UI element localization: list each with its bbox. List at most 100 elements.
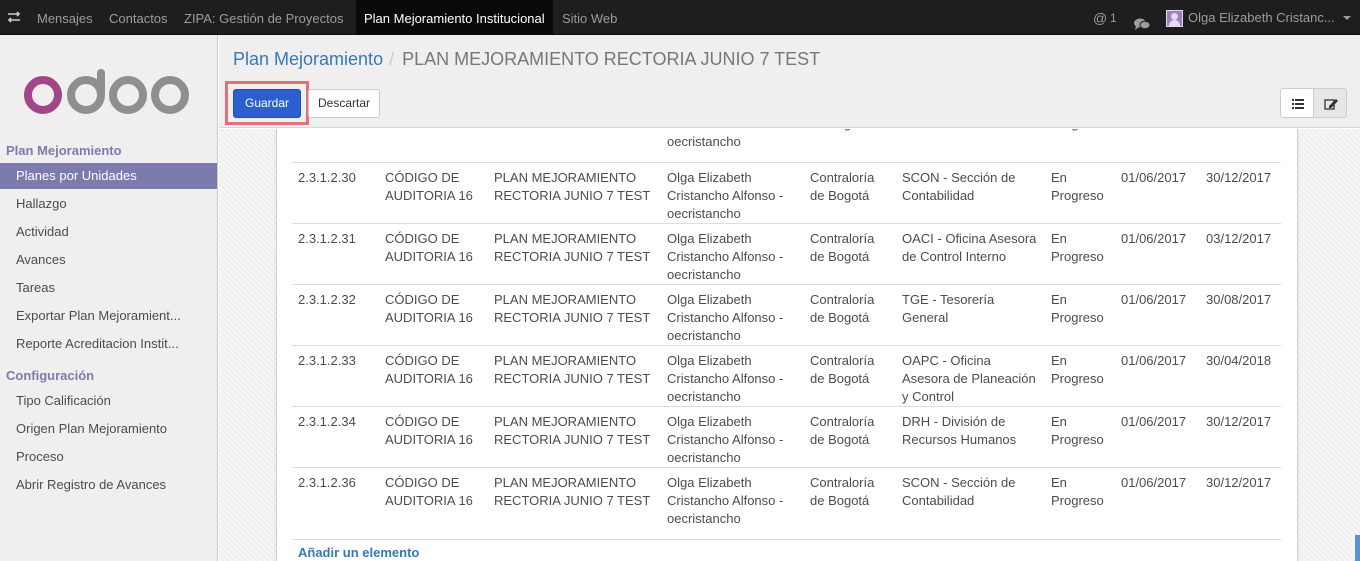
cell-status: Progreso [1045,129,1115,162]
cell-unit: OAPC - Oficina Asesora de Planeación y C… [896,344,1045,406]
cell-audit: CÓDIGO DE AUDITORIA 16 [379,466,488,528]
cell-audit: AUDITORIA 16 [379,129,488,162]
form-content: AUDITORIA 16 RECTORIA JUNIO 7 TEST Crist… [219,129,1360,561]
odoo-logo[interactable] [24,69,192,115]
cell-plan: PLAN MEJORAMIENTO RECTORIA JUNIO 7 TEST [488,344,661,406]
sidebar-item-hallazgo[interactable]: Hallazgo [0,191,217,217]
avatar[interactable] [1166,10,1183,27]
at-icon[interactable]: @ [1093,0,1107,35]
save-button[interactable]: Guardar [233,89,301,118]
cell-status: En Progreso [1045,405,1115,467]
add-line-row: Añadir un elemento [292,539,1281,560]
chat-icon[interactable] [1133,10,1151,30]
sidebar-heading-configuracion: Configuración [6,368,95,383]
cell-status: En Progreso [1045,222,1115,284]
sidebar-item-tareas[interactable]: Tareas [0,275,217,301]
list-view-icon[interactable] [1280,88,1314,118]
cell-status: En Progreso [1045,161,1115,223]
table-row[interactable]: 2.3.1.2.33 CÓDIGO DE AUDITORIA 16 PLAN MEJ… [292,344,1281,406]
cell-entity: Contraloría de Bogotá [804,405,896,467]
cell-end: 30/08/2017 [1200,283,1281,345]
top-navbar: Mensajes Contactos ZIPA: Gestión de Proy… [0,0,1360,35]
nav-item-plan-mejoramiento[interactable]: Plan Mejoramiento Institucional [356,0,553,35]
cell-audit: CÓDIGO DE AUDITORIA 16 [379,161,488,223]
nav-item-contactos[interactable]: Contactos [101,0,176,35]
sidebar-item-tipo-calificacion[interactable]: Tipo Calificación [0,388,217,414]
cell-code: 2.3.1.2.30 [292,161,379,223]
cell-unit: DRH - División de Recursos Humanos [896,405,1045,467]
cell-unit: SCON - Sección de Contabilidad [896,161,1045,223]
cell-audit: CÓDIGO DE AUDITORIA 16 [379,405,488,467]
sidebar-item-actividad[interactable]: Actividad [0,219,217,245]
menu-toggle-icon[interactable] [6,9,22,25]
scrollbar[interactable] [1355,535,1360,561]
breadcrumb: Plan Mejoramiento / PLAN MEJORAMIENTO RECT… [233,49,820,70]
sidebar-item-reporte[interactable]: Reporte Acreditacion Instit... [0,331,217,357]
table-row[interactable]: 2.3.1.2.31 CÓDIGO DE AUDITORIA 16 PLAN MEJ… [292,222,1281,284]
cell-plan: PLAN MEJORAMIENTO RECTORIA JUNIO 7 TEST [488,283,661,345]
cell-code: 2.3.1.2.31 [292,222,379,284]
sidebar-item-planes-por-unidades[interactable]: Planes por Unidades [0,163,217,189]
cell-user: Olga Elizabeth Cristancho Alfonso - oecr… [661,466,804,528]
cell-start: 01/06/2017 [1115,283,1200,345]
cell-start: 01/06/2017 [1115,222,1200,284]
cell-entity: Contraloría de Bogotá [804,466,896,528]
cell-end: 30/12/2017 [1200,161,1281,223]
cell-unit: de Sistemas [896,129,1045,162]
cell-start: 01/06/2017 [1115,344,1200,406]
sidebar-item-origen-plan[interactable]: Origen Plan Mejoramiento [0,416,217,442]
cell-user: Olga Elizabeth Cristancho Alfonso - oecr… [661,222,804,284]
cell-end: 30/04/2018 [1200,344,1281,406]
nav-item-sitio-web[interactable]: Sitio Web [554,0,625,35]
breadcrumb-current: PLAN MEJORAMIENTO RECTORIA JUNIO 7 TEST [402,49,821,69]
cell-unit: TGE - Tesorería General [896,283,1045,345]
breadcrumb-separator: / [389,49,395,69]
cell-entity: Contraloría de Bogotá [804,283,896,345]
cell-end: 30/12/2017 [1200,405,1281,467]
cell-start: 01/06/2017 [1115,161,1200,223]
cell-code [292,129,379,162]
control-panel: Plan Mejoramiento / PLAN MEJORAMIENTO RECT… [219,35,1360,128]
sidebar-item-proceso[interactable]: Proceso [0,444,217,470]
cell-unit: SCON - Sección de Contabilidad [896,466,1045,528]
form-view-icon[interactable] [1313,88,1347,118]
cell-end: 30/12/2017 [1200,466,1281,528]
table-row[interactable]: 2.3.1.2.36 CÓDIGO DE AUDITORIA 16 PLAN MEJ… [292,466,1281,528]
cell-status: En Progreso [1045,466,1115,528]
cell-user: Cristancho Alfonso - oecristancho [667,129,783,149]
cell-entity: Contraloría de Bogotá [804,344,896,406]
cell-end [1200,129,1281,162]
sidebar-item-exportar[interactable]: Exportar Plan Mejoramient... [0,303,217,329]
cell-audit: CÓDIGO DE AUDITORIA 16 [379,283,488,345]
cell-unit: OACI - Oficina Asesora de Control Intern… [896,222,1045,284]
cell-plan: PLAN MEJORAMIENTO RECTORIA JUNIO 7 TEST [488,161,661,223]
table-row-partial[interactable]: AUDITORIA 16 RECTORIA JUNIO 7 TEST Crist… [292,129,1281,162]
mentions-count[interactable]: 1 [1110,0,1117,35]
cell-code: 2.3.1.2.36 [292,466,379,528]
one2many-table: AUDITORIA 16 RECTORIA JUNIO 7 TEST Crist… [292,129,1281,528]
sidebar-item-abrir-registro[interactable]: Abrir Registro de Avances [0,472,217,498]
cell-audit: CÓDIGO DE AUDITORIA 16 [379,344,488,406]
table-row[interactable]: 2.3.1.2.34 CÓDIGO DE AUDITORIA 16 PLAN MEJ… [292,405,1281,467]
breadcrumb-link[interactable]: Plan Mejoramiento [233,49,383,69]
cell-code: 2.3.1.2.33 [292,344,379,406]
caret-down-icon[interactable] [1343,16,1351,20]
cell-plan: PLAN MEJORAMIENTO RECTORIA JUNIO 7 TEST [488,466,661,528]
discard-button[interactable]: Descartar [308,89,380,118]
table-row[interactable]: 2.3.1.2.32 CÓDIGO DE AUDITORIA 16 PLAN MEJ… [292,283,1281,345]
nav-item-zipa[interactable]: ZIPA: Gestión de Proyectos [176,0,351,35]
form-sheet: AUDITORIA 16 RECTORIA JUNIO 7 TEST Crist… [276,129,1298,561]
cell-user: Olga Elizabeth Cristancho Alfonso - oecr… [661,161,804,223]
cell-start [1115,129,1200,162]
cell-status: En Progreso [1045,283,1115,345]
user-name[interactable]: Olga Elizabeth Cristanc... [1188,0,1340,35]
cell-user: Olga Elizabeth Cristancho Alfonso - oecr… [661,283,804,345]
add-line-link[interactable]: Añadir un elemento [298,545,419,560]
cell-entity: Contraloría de Bogotá [804,222,896,284]
cell-code: 2.3.1.2.32 [292,283,379,345]
cell-plan: PLAN MEJORAMIENTO RECTORIA JUNIO 7 TEST [488,405,661,467]
sidebar-item-avances[interactable]: Avances [0,247,217,273]
table-row[interactable]: 2.3.1.2.30 CÓDIGO DE AUDITORIA 16 PLAN MEJ… [292,161,1281,223]
nav-item-mensajes[interactable]: Mensajes [29,0,101,35]
cell-plan: RECTORIA JUNIO 7 TEST [488,129,661,162]
